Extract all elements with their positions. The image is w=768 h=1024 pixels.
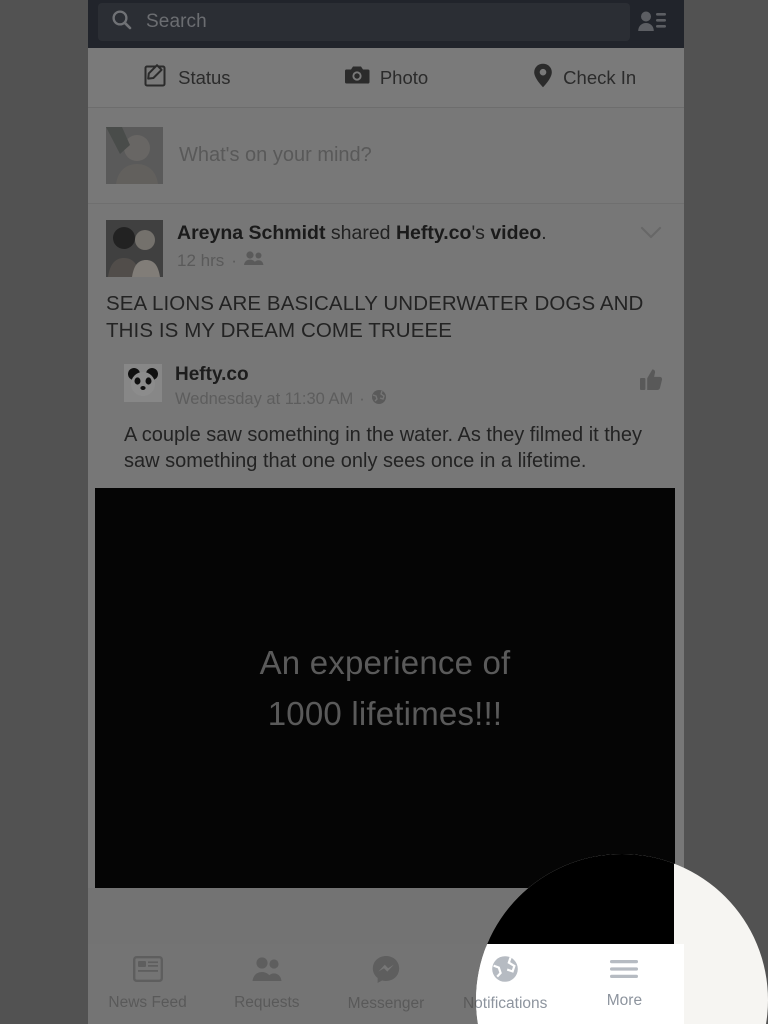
post-period: . [541, 222, 547, 244]
composer-shortcuts: Status Photo Check In [88, 48, 684, 108]
shared-attachment: Hefty.co Wednesday at 11:30 AM · A coupl… [88, 356, 684, 889]
tab-requests[interactable]: Requests [207, 944, 326, 1024]
news-feed-icon [132, 956, 163, 987]
video-player[interactable]: An experience of 1000 lifetimes!!! [95, 488, 675, 889]
shortcut-photo-label: Photo [379, 66, 429, 88]
app-layer: Search Status Photo Check In What's on y… [0, 0, 768, 1024]
post-meta: Areyna Schmidt shared Hefty.co's video. … [177, 220, 622, 277]
search-placeholder: Search [146, 11, 207, 32]
shortcut-checkin-label: Check In [563, 66, 637, 88]
shortcut-photo[interactable]: Photo [287, 64, 486, 91]
video-overlay-line-2: 1000 lifetimes!!! [267, 695, 503, 733]
tab-more-label: More [606, 992, 643, 1009]
post-card: Areyna Schmidt shared Hefty.co's video. … [88, 204, 684, 889]
messenger-icon [372, 955, 400, 988]
tab-messenger[interactable]: Messenger [326, 944, 445, 1024]
post-source[interactable]: Hefty.co [396, 222, 472, 244]
attachment-description: A couple saw something in the water. As … [124, 424, 643, 473]
tab-messenger-label: Messenger [347, 995, 425, 1012]
attachment-timestamp: Wednesday at 11:30 AM [175, 390, 354, 409]
screen: Search Status Photo Check In What's on y… [0, 0, 768, 1024]
friends-audience-icon[interactable] [243, 250, 264, 271]
status-composer[interactable]: What's on your mind? [88, 108, 684, 204]
attachment-separator: · [359, 390, 365, 409]
chevron-down-icon[interactable] [636, 220, 666, 277]
search-input[interactable]: Search [98, 3, 630, 41]
search-icon [110, 8, 134, 37]
tab-news-feed[interactable]: News Feed [88, 944, 207, 1024]
post-author[interactable]: Areyna Schmidt [177, 222, 325, 244]
hamburger-menu-icon [609, 958, 639, 985]
attachment-header: Hefty.co Wednesday at 11:30 AM · [88, 360, 684, 410]
tab-requests-label: Requests [234, 994, 300, 1011]
camera-icon [344, 64, 370, 91]
shortcut-status-label: Status [178, 66, 231, 88]
app-header: Search [88, 0, 684, 48]
attachment-meta: Hefty.co Wednesday at 11:30 AM · [175, 364, 623, 410]
thumbs-up-icon[interactable] [636, 364, 666, 392]
compose-status-icon [144, 63, 168, 92]
bottom-tab-bar: News Feed Requests Messenger Notificatio… [88, 944, 684, 1024]
post-timestamp: 12 hrs [177, 250, 225, 270]
composer-placeholder: What's on your mind? [179, 144, 372, 166]
post-message: SEA LIONS ARE BASICALLY UNDERWATER DOGS … [106, 292, 644, 342]
friend-requests-people-icon [251, 956, 283, 987]
video-overlay-line-1: An experience of [259, 644, 511, 682]
tab-news-feed-label: News Feed [108, 994, 187, 1011]
globe-notifications-icon [491, 955, 519, 988]
location-pin-icon [533, 63, 553, 93]
post-header: Areyna Schmidt shared Hefty.co's video. … [88, 204, 684, 277]
attachment-subline: Wednesday at 11:30 AM · [175, 389, 623, 410]
shortcut-status[interactable]: Status [88, 63, 287, 92]
avatar[interactable] [124, 364, 162, 403]
tab-more[interactable]: More [565, 944, 684, 1024]
attachment-page-name[interactable]: Hefty.co [175, 364, 623, 386]
phone-viewport: Search Status Photo Check In What's on y… [88, 0, 684, 1024]
shortcut-checkin[interactable]: Check In [485, 63, 684, 93]
post-byline: Areyna Schmidt shared Hefty.co's video. [177, 221, 622, 245]
tab-notifications-label: Notifications [462, 995, 548, 1012]
post-possessive: 's [471, 222, 491, 244]
avatar[interactable] [106, 220, 163, 277]
tab-notifications[interactable]: Notifications [446, 944, 565, 1024]
post-object: video [490, 222, 542, 244]
post-submeta: 12 hrs · [177, 250, 622, 271]
friend-requests-icon[interactable] [630, 9, 674, 35]
post-action: shared [325, 222, 396, 244]
avatar [106, 127, 163, 184]
submeta-separator: · [231, 250, 237, 270]
public-globe-icon[interactable] [371, 389, 387, 410]
